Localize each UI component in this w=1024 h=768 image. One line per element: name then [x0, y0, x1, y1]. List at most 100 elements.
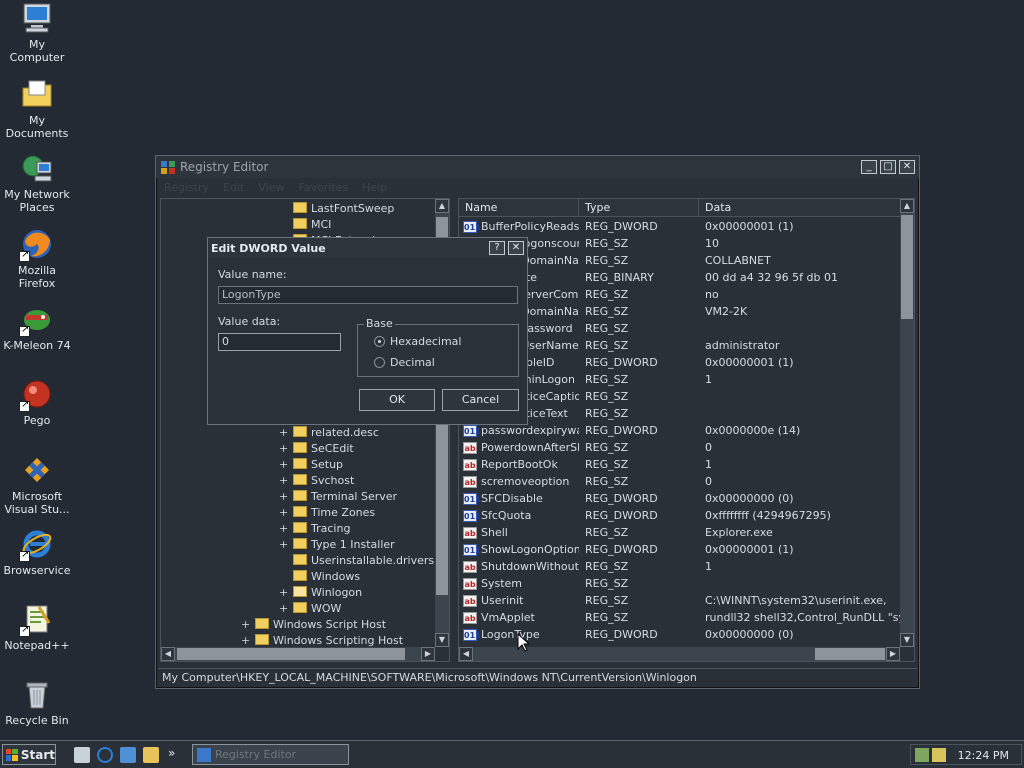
desktop-icon-browservice[interactable]: Browservice: [0, 528, 74, 577]
tree-item[interactable]: + Time Zones: [279, 505, 375, 521]
tree-item[interactable]: + WOW: [279, 601, 341, 617]
tree-horizontal-scrollbar[interactable]: ◀ ▶: [161, 647, 435, 661]
scroll-down-icon[interactable]: ▼: [435, 633, 449, 647]
tree-expander[interactable]: +: [279, 457, 291, 473]
help-button[interactable]: ?: [489, 241, 505, 255]
desktop-icon-label: K-Meleon 74: [3, 339, 71, 352]
desktop-icon-pego[interactable]: Pego: [0, 378, 74, 427]
scroll-thumb[interactable]: [177, 648, 405, 660]
value-row[interactable]: 011 SfcQuota REG_DWORD 0xffffffff (42949672…: [459, 507, 900, 524]
scroll-thumb[interactable]: [901, 215, 913, 319]
hexadecimal-radio[interactable]: Hexadecimal: [374, 335, 461, 348]
scroll-up-icon[interactable]: ▲: [900, 199, 914, 213]
clock[interactable]: 12:24 PM: [958, 745, 1009, 766]
decimal-radio[interactable]: Decimal: [374, 356, 435, 369]
tree-item[interactable]: + Svchost: [279, 473, 354, 489]
ie-quicklaunch-icon[interactable]: [97, 747, 113, 763]
tree-item[interactable]: + related.desc: [279, 425, 379, 441]
tree-expander[interactable]: +: [279, 489, 291, 505]
tree-expander[interactable]: +: [279, 505, 291, 521]
maximize-button[interactable]: □: [880, 160, 896, 174]
desktop-icon-visual-studio[interactable]: Microsoft Visual Stu...: [0, 454, 74, 516]
scroll-right-icon[interactable]: ▶: [421, 647, 435, 661]
desktop-icon-firefox[interactable]: Mozilla Firefox: [0, 228, 74, 290]
scroll-up-icon[interactable]: ▲: [435, 199, 449, 213]
desktop-icon-network[interactable]: My Network Places: [0, 152, 74, 214]
visual-studio-icon: [21, 454, 53, 486]
scroll-right-icon[interactable]: ▶: [886, 647, 900, 661]
tree-item[interactable]: + Setup: [279, 457, 343, 473]
tree-item[interactable]: MCI: [279, 217, 331, 233]
firefox-icon: [19, 228, 53, 262]
tree-expander[interactable]: +: [279, 521, 291, 537]
value-row[interactable]: 011 BufferPolicyReads REG_DWORD 0x00000001 …: [459, 218, 900, 235]
value-data-input[interactable]: 0: [218, 333, 341, 351]
edit-dword-dialog[interactable]: Edit DWORD Value ? ✕ Value name: LogonTy…: [207, 237, 528, 425]
window-titlebar[interactable]: Registry Editor _ □ ✕: [156, 156, 919, 178]
scroll-left-icon[interactable]: ◀: [459, 647, 473, 661]
desktop-icon-recycle-bin[interactable]: Recycle Bin: [0, 678, 74, 727]
column-header-type[interactable]: Type: [579, 199, 699, 216]
tree-item[interactable]: Userinstallable.drivers: [279, 553, 434, 569]
tree-expander[interactable]: +: [241, 617, 253, 633]
menu-view[interactable]: View: [258, 181, 284, 194]
cancel-button[interactable]: Cancel: [442, 389, 519, 411]
network-quicklaunch-icon[interactable]: [120, 747, 136, 763]
value-row[interactable]: ab Shell REG_SZ Explorer.exe: [459, 524, 900, 541]
menu-favorites[interactable]: Favorites: [298, 181, 348, 194]
tree-expander[interactable]: +: [279, 473, 291, 489]
tray-app-icon[interactable]: [915, 748, 929, 762]
tree-item-label: Windows: [311, 570, 361, 583]
tree-item[interactable]: + Type 1 Installer: [279, 537, 395, 553]
menu-registry[interactable]: Registry: [164, 181, 209, 194]
tree-item[interactable]: + Terminal Server: [279, 489, 397, 505]
quicklaunch-overflow[interactable]: »: [168, 746, 175, 760]
dialog-close-button[interactable]: ✕: [508, 241, 524, 255]
value-type: REG_SZ: [585, 475, 629, 488]
desktop-icon-notepadpp[interactable]: Notepad++: [0, 603, 74, 652]
desktop-icon-my-computer[interactable]: My Computer: [0, 2, 74, 64]
close-button[interactable]: ✕: [899, 160, 915, 174]
column-header-data[interactable]: Data: [699, 199, 900, 216]
value-row[interactable]: ab VmApplet REG_SZ rundll32 shell32,Control…: [459, 609, 900, 626]
value-data: 0x00000000 (0): [705, 628, 794, 641]
scroll-down-icon[interactable]: ▼: [900, 633, 914, 647]
value-row[interactable]: 011 SFCDisable REG_DWORD 0x00000000 (0): [459, 490, 900, 507]
menu-edit[interactable]: Edit: [223, 181, 244, 194]
menu-help[interactable]: Help: [362, 181, 387, 194]
tree-expander[interactable]: +: [279, 441, 291, 457]
tree-item-selected[interactable]: + Winlogon: [279, 585, 362, 601]
tray-notify-icon[interactable]: [932, 748, 946, 762]
value-row[interactable]: ab ShutdownWithoutLogon REG_SZ 1: [459, 558, 900, 575]
taskbar-registry-editor[interactable]: Registry Editor: [192, 744, 349, 765]
tree-item[interactable]: LastFontSweep: [279, 201, 394, 217]
value-row[interactable]: ab ReportBootOk REG_SZ 1: [459, 456, 900, 473]
value-row[interactable]: ab System REG_SZ: [459, 575, 900, 592]
show-desktop-icon[interactable]: [74, 747, 90, 763]
ie-icon: [19, 528, 53, 562]
regedit-icon: [160, 159, 176, 175]
value-row[interactable]: ab PowerdownAfterShutdown REG_SZ 0: [459, 439, 900, 456]
desktop-icon-my-documents[interactable]: My Documents: [0, 78, 74, 140]
value-row[interactable]: ab Userinit REG_SZ C:\WINNT\system32\userin…: [459, 592, 900, 609]
tree-expander[interactable]: +: [279, 601, 291, 617]
column-header-name[interactable]: Name: [459, 199, 579, 216]
desktop-icon-kmeleon[interactable]: K-Meleon 74: [0, 303, 74, 352]
scroll-thumb[interactable]: [815, 648, 885, 660]
tree-item[interactable]: + Windows Script Host: [241, 617, 386, 633]
tree-expander[interactable]: +: [279, 425, 291, 441]
value-row[interactable]: 011 ShowLogonOptions REG_DWORD 0x00000001 (…: [459, 541, 900, 558]
tree-item[interactable]: + SeCEdit: [279, 441, 354, 457]
list-vertical-scrollbar[interactable]: ▲ ▼: [900, 199, 914, 647]
explorer-quicklaunch-icon[interactable]: [143, 747, 159, 763]
tree-item[interactable]: + Tracing: [279, 521, 350, 537]
dialog-titlebar[interactable]: Edit DWORD Value ? ✕: [208, 238, 527, 258]
scroll-left-icon[interactable]: ◀: [161, 647, 175, 661]
start-button[interactable]: Start: [2, 744, 56, 765]
minimize-button[interactable]: _: [861, 160, 877, 174]
tree-item[interactable]: Windows: [279, 569, 360, 585]
tree-expander[interactable]: +: [279, 585, 291, 601]
ok-button[interactable]: OK: [359, 389, 435, 411]
value-row[interactable]: ab scremoveoption REG_SZ 0: [459, 473, 900, 490]
tree-expander[interactable]: +: [279, 537, 291, 553]
